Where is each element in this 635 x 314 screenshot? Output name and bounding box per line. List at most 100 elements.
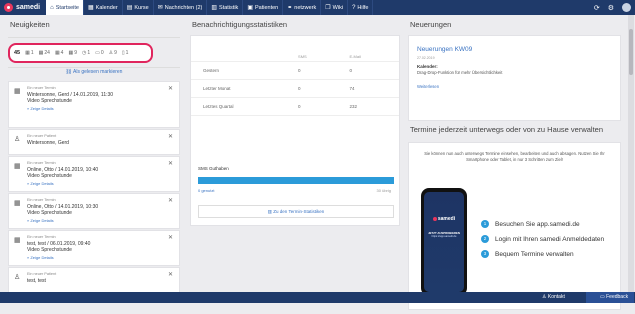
close-icon[interactable]: ✕ <box>168 160 173 167</box>
document-icon: ▯ <box>121 50 125 56</box>
close-icon[interactable]: ✕ <box>168 271 173 278</box>
refresh-icon[interactable]: ⟳ <box>594 4 600 12</box>
notification-type: Ein neuer Termin <box>27 161 56 165</box>
notification-text: test, test <box>27 278 46 284</box>
settings-icon[interactable]: ⚙ <box>608 4 614 12</box>
notification-item[interactable]: ▦ ✕ Ein neuer Termin Online, Otto / 14.0… <box>8 156 180 192</box>
column-header-sms: SMS <box>298 54 307 59</box>
table-row: Gestern 0 0 <box>191 62 399 80</box>
filter-messages[interactable]: ▭ 0 <box>95 50 104 56</box>
nav-nachrichten[interactable]: ✉ Nachrichten (2) <box>154 0 208 15</box>
news-title-link[interactable]: Neuerungen KW09 <box>417 46 612 53</box>
clock-icon: ◷ <box>81 50 87 56</box>
notification-text: Wintersonne, Gerd <box>27 140 69 146</box>
sms-used: 0 genutzt <box>198 188 215 193</box>
nav-label: Hilfe <box>357 4 369 11</box>
notification-item[interactable]: ♙ ✕ Ein neuer Patient test, test <box>8 267 180 293</box>
table-row: Letzter Monat 0 74 <box>191 80 399 98</box>
filter-count: 1 <box>30 50 34 56</box>
show-details-link[interactable]: » Zeige Details <box>27 255 175 260</box>
appointment-stats-button[interactable]: ▥ Zu den Termin-Statistiken <box>198 205 394 218</box>
notification-item[interactable]: ♙ ✕ Ein neuer Patient Wintersonne, Gerd <box>8 129 180 155</box>
stats-column: Benachrichtigungsstatistiken SMS E-Mail … <box>190 15 400 226</box>
read-more-link[interactable]: Weiterlesen <box>417 84 612 89</box>
notification-item[interactable]: ▦ ✕ Ein neuer Termin test, test / 06.01.… <box>8 230 180 266</box>
step-item: 1 Besuchen Sie app.samedi.de <box>481 220 604 228</box>
nav-startseite[interactable]: ⌂ Startseite <box>46 0 84 15</box>
close-icon[interactable]: ✕ <box>168 85 173 92</box>
notification-text: Video Sprechstunde <box>27 247 72 253</box>
column-header-email: E-Mail <box>349 54 361 59</box>
filter-patients[interactable]: ♙ 9 <box>109 50 117 56</box>
filter-other[interactable]: ▯ 1 <box>122 50 129 56</box>
nav-label: Startseite <box>55 4 79 11</box>
filter-count: 9 <box>114 50 117 56</box>
nav-label: Wiki <box>332 4 344 11</box>
nav-kalender[interactable]: ▦ Kalender <box>84 0 123 15</box>
page-scrollbar[interactable] <box>628 15 634 303</box>
row-label: Letzter Monat <box>203 86 231 91</box>
calendar-plus-icon: ▦ <box>38 50 44 56</box>
calendar-x-icon: ▦ <box>68 50 74 56</box>
step-number: 2 <box>481 235 489 243</box>
nav-statistik[interactable]: ▥ Statistik <box>207 0 244 15</box>
course-icon: ▤ <box>126 5 133 11</box>
mail-icon: ✉ <box>157 5 163 11</box>
updates-column: Neuerungen Neuerungen KW09 27.02.2019 Ka… <box>408 15 621 310</box>
stats-panel: SMS E-Mail Gestern 0 0 Letzter Monat 0 7… <box>190 35 400 226</box>
notification-text: Video Sprechstunde <box>27 173 72 179</box>
nav-label: Statistik <box>219 4 239 11</box>
nav-kurse[interactable]: ▤ Kurse <box>123 0 154 15</box>
show-details-link[interactable]: » Zeige Details <box>27 106 175 111</box>
mark-read-link[interactable]: ⛓ Als gelesen markieren <box>8 69 180 75</box>
divider <box>8 67 180 68</box>
step-item: 2 Login mit Ihren samedi Anmeldedaten <box>481 235 604 243</box>
feedback-button[interactable]: ▭ Feedback <box>586 292 634 303</box>
show-details-link[interactable]: » Zeige Details <box>27 218 175 223</box>
nav-label: netzwerk <box>294 4 317 11</box>
nav-wiki[interactable]: ❐ Wiki <box>321 0 349 15</box>
avatar[interactable] <box>622 3 631 12</box>
close-icon[interactable]: ✕ <box>168 234 173 241</box>
news-date: 27.02.2019 <box>417 56 435 60</box>
user-plus-icon: ♙ <box>14 136 21 143</box>
home-icon: ⌂ <box>50 4 54 11</box>
user-plus-icon: ♙ <box>14 274 21 281</box>
filter-changed[interactable]: ▦ 4 <box>55 50 64 56</box>
samedi-logo[interactable]: samedi <box>0 0 46 15</box>
notification-type: Ein neuer Termin <box>27 86 56 90</box>
phone-logo: samedi <box>424 216 464 222</box>
phone-screen: samedi JETZT AUSPROBIEREN https://app.sa… <box>424 192 464 292</box>
show-details-link[interactable]: » Zeige Details <box>27 181 175 186</box>
filter-cancelled[interactable]: ▦ 9 <box>68 50 77 56</box>
help-icon: ? <box>352 4 356 11</box>
filter-new-appointments[interactable]: ▦ 24 <box>39 50 50 56</box>
filter-count: 1 <box>125 50 129 56</box>
notification-type: Ein neuer Patient <box>27 272 57 276</box>
notification-item[interactable]: ▦ ✕ Ein neuer Termin Wintersonne, Gerd /… <box>8 81 180 128</box>
wiki-icon: ❐ <box>325 5 331 11</box>
nav-hilfe[interactable]: ? Hilfe <box>348 0 374 15</box>
row-label: Letztes Quartal <box>203 104 234 109</box>
filter-appointments[interactable]: ▦ 1 <box>25 50 34 56</box>
row-label: Gestern <box>203 68 220 73</box>
sms-value: 0 <box>298 86 301 91</box>
total-count[interactable]: 45 <box>14 50 20 56</box>
nav-patienten[interactable]: ▣ Patienten <box>243 0 284 15</box>
notification-item[interactable]: ▦ ✕ Ein neuer Termin Online, Otto / 14.0… <box>8 193 180 229</box>
step-text: Login mit Ihren samedi Anmeldedaten <box>495 235 605 243</box>
step-number: 1 <box>481 220 489 228</box>
bottom-bar: ♙ Kontakt einladen ▭ Feedback <box>0 292 635 311</box>
notification-type: Ein neuer Termin <box>27 235 56 239</box>
nav-netzwerk[interactable]: ⚭ netzwerk <box>283 0 322 15</box>
scrollbar-thumb[interactable] <box>629 29 633 75</box>
nav-label: Kurse <box>134 4 149 11</box>
filter-reminder[interactable]: ◷ 1 <box>82 50 90 56</box>
calendar-edit-icon: ▦ <box>54 50 60 56</box>
news-panel: Neuerungen KW09 27.02.2019 Kalender: Dra… <box>408 35 621 121</box>
close-icon[interactable]: ✕ <box>168 197 173 204</box>
filter-count: 1 <box>87 50 91 56</box>
close-icon[interactable]: ✕ <box>168 133 173 140</box>
invite-contact-button[interactable]: ♙ Kontakt einladen <box>528 292 584 311</box>
chart-icon: ▥ <box>211 5 218 11</box>
